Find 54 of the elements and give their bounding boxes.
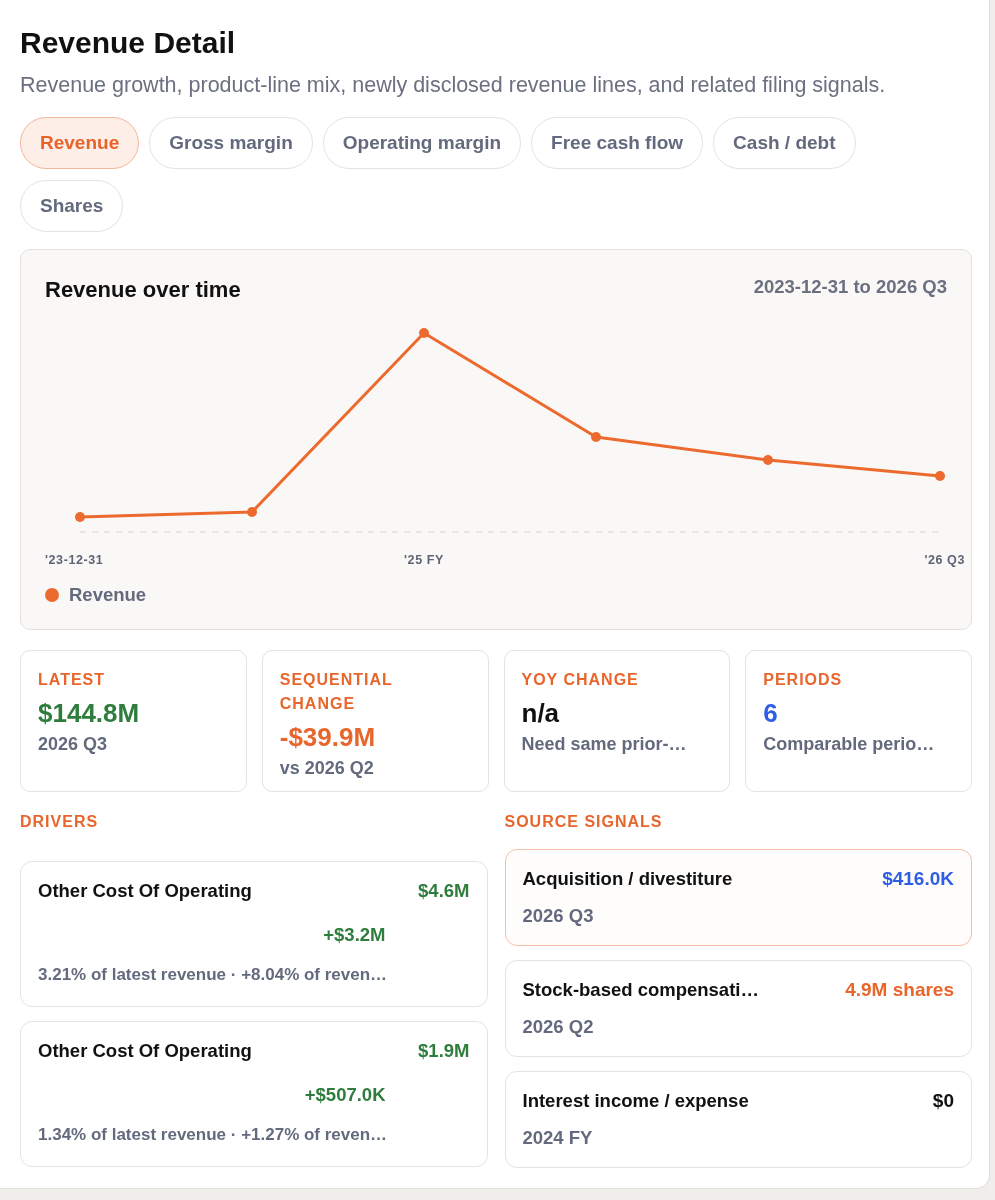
- driver-change: +$3.2M: [323, 923, 386, 947]
- stat-label: PERIODS: [763, 670, 844, 690]
- signal-name: Interest income / expense: [522, 1089, 749, 1113]
- stat-note: Need same prior-…: [521, 733, 688, 756]
- driver-name: Other Cost Of Operating: [38, 1039, 252, 1063]
- axis-label: '25 FY: [404, 553, 444, 567]
- axis-label: '23-12-31: [45, 553, 104, 567]
- driver-detail: 3.21% of latest revenue · +8.04% of reven…: [38, 964, 389, 986]
- driver-change: +$507.0K: [304, 1083, 386, 1107]
- signal-value: $0: [932, 1089, 954, 1113]
- stat-value: -$39.9M: [279, 721, 377, 753]
- stat-note: 2026 Q3: [38, 733, 109, 756]
- driver-name: Other Cost Of Operating: [38, 879, 252, 903]
- section-heading: DRIVERS: [20, 812, 100, 832]
- stat-label: LATEST: [38, 670, 107, 690]
- axis-label: '26 Q3: [924, 553, 965, 567]
- stat-label: SEQUENTIAL CHANGE: [279, 670, 394, 714]
- legend-label: Revenue: [69, 584, 147, 606]
- section-heading: SOURCE SIGNALS: [504, 812, 664, 832]
- signal-period: 2026 Q2: [522, 1015, 595, 1039]
- stat-value: 6: [763, 697, 779, 729]
- metric-tab[interactable]: Gross margin: [149, 117, 313, 169]
- driver-detail: 1.34% of latest revenue · +1.27% of reven…: [38, 1124, 389, 1146]
- driver-value: $1.9M: [418, 1039, 470, 1063]
- stat-value: n/a: [521, 697, 561, 729]
- metric-tab[interactable]: Revenue: [20, 117, 140, 169]
- signal-card[interactable]: Interest income / expense $0 2024 FY: [504, 1071, 972, 1168]
- data-point: [75, 512, 85, 522]
- metric-tab[interactable]: Free cash flow: [531, 117, 704, 169]
- signal-name: Acquisition / divestiture: [522, 867, 733, 891]
- chart-title: Revenue over time: [45, 276, 241, 304]
- signal-period: 2024 FY: [522, 1126, 594, 1150]
- date-range-label: 2023-12-31 to 2026 Q3: [753, 276, 947, 298]
- metric-tab[interactable]: Cash / debt: [713, 117, 856, 169]
- stat-label: YOY CHANGE: [521, 670, 640, 690]
- metric-tab[interactable]: Operating margin: [322, 117, 522, 169]
- stat-note: vs 2026 Q2: [279, 757, 375, 780]
- data-point: [247, 507, 257, 517]
- page-subtitle: Revenue growth, product-line mix, newly disclosed revenue lines, and related filing signals.: [20, 73, 887, 98]
- page-title: Revenue Detail: [20, 26, 237, 60]
- signal-value: $416.0K: [882, 867, 954, 891]
- data-point: [935, 471, 945, 481]
- stat-note: Comparable perio…: [763, 733, 936, 756]
- data-point: [763, 455, 773, 465]
- stat-value: $144.8M: [38, 697, 141, 729]
- signal-card[interactable]: Stock-based compensati… 4.9M shares 2026 Q2: [504, 960, 972, 1057]
- data-point: [591, 432, 601, 442]
- signal-value: 4.9M shares: [845, 978, 954, 1002]
- signal-period: 2026 Q3: [522, 904, 595, 928]
- metric-tab[interactable]: Shares: [20, 180, 124, 232]
- driver-value: $4.6M: [418, 879, 470, 903]
- data-point: [419, 328, 429, 338]
- signal-name: Stock-based compensati…: [522, 978, 759, 1002]
- signal-card[interactable]: Acquisition / divestiture $416.0K 2026 Q3: [504, 849, 972, 946]
